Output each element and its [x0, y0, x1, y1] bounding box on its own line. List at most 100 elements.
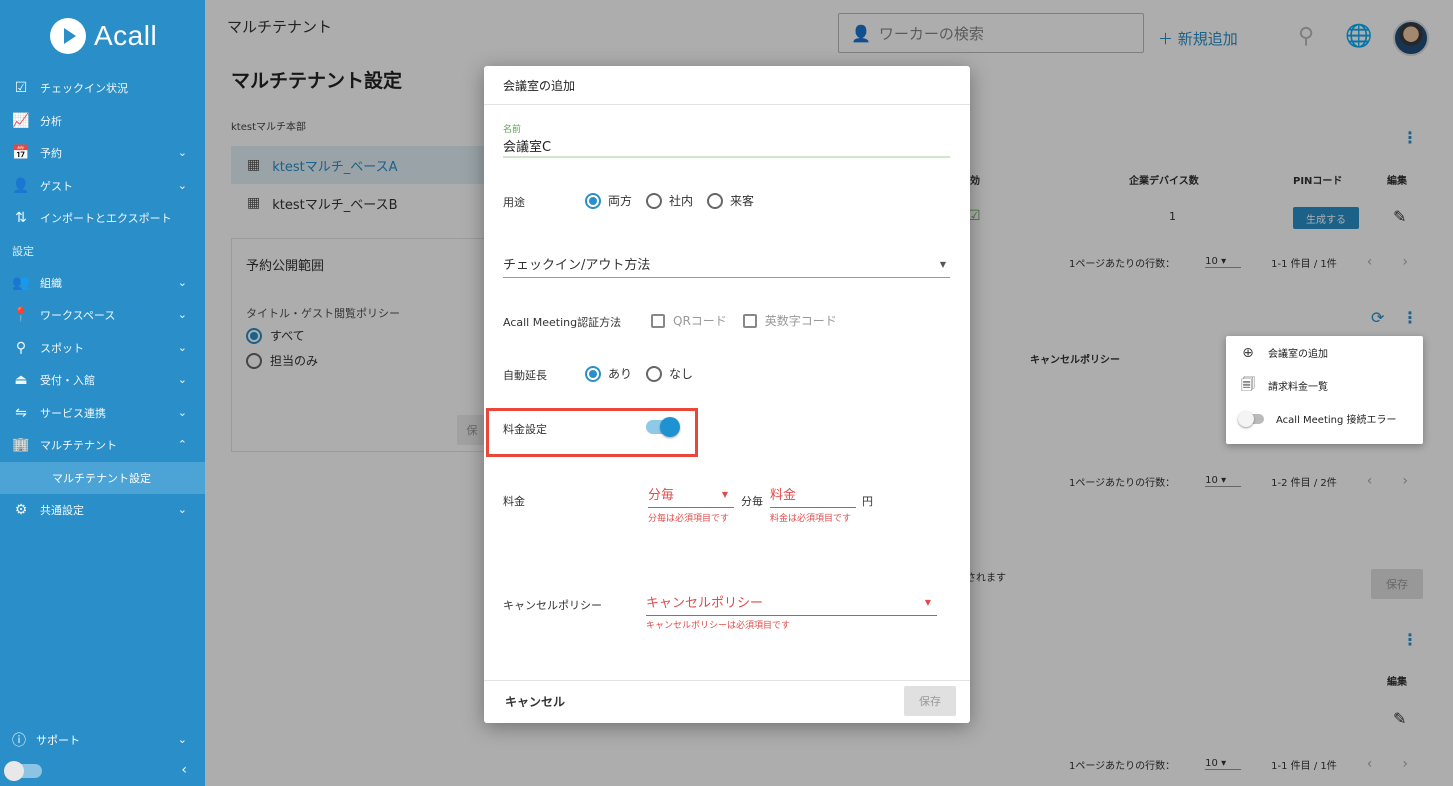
sidebar-item-label: サポート — [36, 734, 80, 747]
checkbox-empty-icon — [742, 313, 757, 328]
dialog-footer-divider — [484, 680, 970, 681]
auth-option-alphanumeric[interactable]: 英数字コード — [742, 312, 837, 329]
location-pin-icon: 📍 — [12, 307, 30, 324]
menu-item-label: Acall Meeting 接続エラー — [1276, 415, 1397, 426]
sidebar-item-guest[interactable]: 👤 ゲスト ⌄ — [0, 170, 205, 203]
option-label: 英数字コード — [764, 314, 837, 328]
connection-error-toggle[interactable] — [1238, 410, 1264, 427]
sidebar-item-multitenant[interactable]: 🏢 マルチテナント ⌃ — [0, 429, 205, 462]
sidebar-item-label: チェックイン状況 — [40, 82, 128, 96]
usage-option-visitor[interactable]: 来客 — [707, 192, 754, 209]
chevron-down-icon: ⌄ — [177, 146, 187, 159]
dropdown-arrow-icon: ▼ — [939, 260, 946, 269]
checkbox-icon: ☑ — [14, 80, 28, 97]
select-placeholder: チェックイン/アウト方法 — [503, 258, 651, 273]
option-label: 両方 — [608, 194, 633, 208]
sidebar-item-reception[interactable]: ⏏ 受付・入館 ⌄ — [0, 364, 205, 397]
chevron-down-icon: ⌄ — [177, 502, 187, 516]
sidebar-item-support[interactable]: ⓘ サポート ⌄ — [0, 724, 205, 756]
group-icon: 👥 — [12, 274, 30, 291]
chevron-down-icon: ⌄ — [177, 733, 187, 746]
calendar-clock-icon: 📅 — [12, 145, 30, 162]
usage-option-internal[interactable]: 社内 — [646, 192, 693, 209]
cancel-button[interactable]: キャンセル — [505, 693, 565, 710]
checkin-method-select[interactable]: チェックイン/アウト方法 ▼ — [503, 254, 950, 278]
chevron-down-icon: ⌄ — [177, 178, 187, 192]
menu-item-billing-list[interactable]: 🗐 請求料金一覧 — [1226, 369, 1423, 402]
usage-label: 用途 — [503, 196, 525, 209]
cancel-policy-error: キャンセルポリシーは必須項目です — [646, 621, 791, 631]
radio-empty-icon — [646, 365, 663, 382]
dialog-divider — [484, 104, 970, 105]
radio-selected-icon — [585, 192, 601, 209]
sidebar-item-service-link[interactable]: ⇋ サービス連携 ⌄ — [0, 397, 205, 430]
chevron-up-icon: ⌃ — [177, 438, 187, 451]
spot-pin-icon: ⚲ — [15, 339, 27, 356]
fee-error: 料金は必須項目です — [770, 514, 852, 524]
usage-radio-group: 両方 社内 来客 — [585, 192, 768, 209]
save-button[interactable]: 保存 — [904, 686, 956, 716]
chevron-down-icon: ⌄ — [177, 340, 187, 354]
sidebar-toggle-switch[interactable] — [4, 761, 42, 781]
sidebar: Acall ☑ チェックイン状況 📈 分析 📅 予約 ⌄ 👤 ゲスト ⌄ ⇅ イ… — [0, 0, 205, 786]
input-placeholder: 料金 — [770, 488, 797, 503]
menu-item-add-room[interactable]: ⊕ 会議室の追加 — [1226, 336, 1423, 369]
sidebar-bottom: ⓘ サポート ⌄ ‹ — [0, 724, 205, 786]
chart-line-icon: 📈 — [12, 112, 30, 129]
fee-input[interactable]: 料金 — [770, 484, 856, 508]
guest-icon: 👤 — [12, 177, 30, 194]
sidebar-toggle-row: ‹ — [0, 756, 205, 786]
room-context-menu: ⊕ 会議室の追加 🗐 請求料金一覧 Acall Meeting 接続エラー — [1226, 336, 1423, 444]
add-room-dialog: 会議室の追加 名前 会議室C 用途 両方 社内 来客 チェックイン/アウト方法 … — [484, 66, 970, 723]
option-label: 社内 — [669, 194, 694, 208]
gears-icon: ⚙ — [14, 501, 28, 518]
usage-option-both[interactable]: 両方 — [585, 192, 632, 209]
sidebar-item-checkin-status[interactable]: ☑ チェックイン状況 — [0, 72, 205, 105]
acall-logo-icon — [50, 18, 86, 54]
sidebar-item-common-settings[interactable]: ⚙ 共通設定 ⌄ — [0, 494, 205, 527]
reception-icon: ⏏ — [14, 372, 28, 389]
auto-extend-yes[interactable]: あり — [585, 365, 632, 382]
option-label: QRコード — [673, 314, 727, 328]
checkbox-empty-icon — [651, 313, 665, 328]
chevron-down-icon: ⌄ — [177, 275, 187, 289]
cancel-policy-select[interactable]: キャンセルポリシー ▼ — [646, 592, 937, 616]
option-label: あり — [608, 367, 633, 381]
receipt-icon: 🗐 — [1241, 376, 1255, 393]
sidebar-item-label: インポートとエクスポート — [40, 212, 172, 226]
sidebar-item-label: ゲスト — [40, 179, 73, 193]
chevron-down-icon: ⌄ — [177, 308, 187, 321]
sidebar-item-workspace[interactable]: 📍 ワークスペース ⌄ — [0, 299, 205, 332]
sidebar-item-analytics[interactable]: 📈 分析 — [0, 105, 205, 138]
sidebar-section-settings: 設定 — [12, 244, 34, 258]
auto-extend-no[interactable]: なし — [646, 365, 693, 382]
sidebar-item-spot[interactable]: ⚲ スポット ⌄ — [0, 332, 205, 365]
auto-extend-label: 自動延長 — [503, 369, 547, 382]
sidebar-item-organization[interactable]: 👥 組織 ⌄ — [0, 267, 205, 300]
yen-unit: 円 — [862, 495, 873, 508]
auth-option-qr[interactable]: QRコード — [651, 312, 727, 329]
sidebar-item-reservation[interactable]: 📅 予約 ⌄ — [0, 137, 205, 170]
fee-setting-toggle[interactable] — [646, 417, 680, 437]
sidebar-item-label: 受付・入館 — [40, 374, 95, 388]
per-minute-select[interactable]: 分毎 ▼ — [648, 484, 734, 508]
menu-item-meeting-connection-error[interactable]: Acall Meeting 接続エラー — [1226, 402, 1423, 435]
collapse-sidebar-icon[interactable]: ‹ — [181, 762, 187, 778]
name-input[interactable]: 会議室C — [503, 136, 551, 155]
sidebar-item-label: マルチテナント — [40, 439, 117, 453]
brand-name: Acall — [94, 20, 158, 51]
sidebar-item-label: ワークスペース — [40, 309, 116, 323]
cancel-policy-label: キャンセルポリシー — [503, 599, 602, 612]
option-label: なし — [669, 367, 694, 381]
sidebar-item-import-export[interactable]: ⇅ インポートとエクスポート — [0, 202, 205, 235]
sidebar-item-label: 共通設定 — [40, 503, 84, 517]
acall-logo[interactable]: Acall — [50, 16, 157, 56]
sidebar-nav: ☑ チェックイン状況 📈 分析 📅 予約 ⌄ 👤 ゲスト ⌄ ⇅ インポートとエ… — [0, 72, 205, 526]
import-export-icon: ⇅ — [15, 210, 27, 227]
service-link-icon: ⇋ — [15, 404, 27, 421]
dropdown-arrow-icon: ▼ — [924, 598, 931, 607]
radio-empty-icon — [707, 192, 724, 209]
sidebar-item-label: サービス連携 — [40, 406, 106, 420]
select-placeholder: キャンセルポリシー — [646, 596, 764, 611]
sidebar-subitem-multitenant-settings[interactable]: マルチテナント設定 — [0, 461, 205, 494]
